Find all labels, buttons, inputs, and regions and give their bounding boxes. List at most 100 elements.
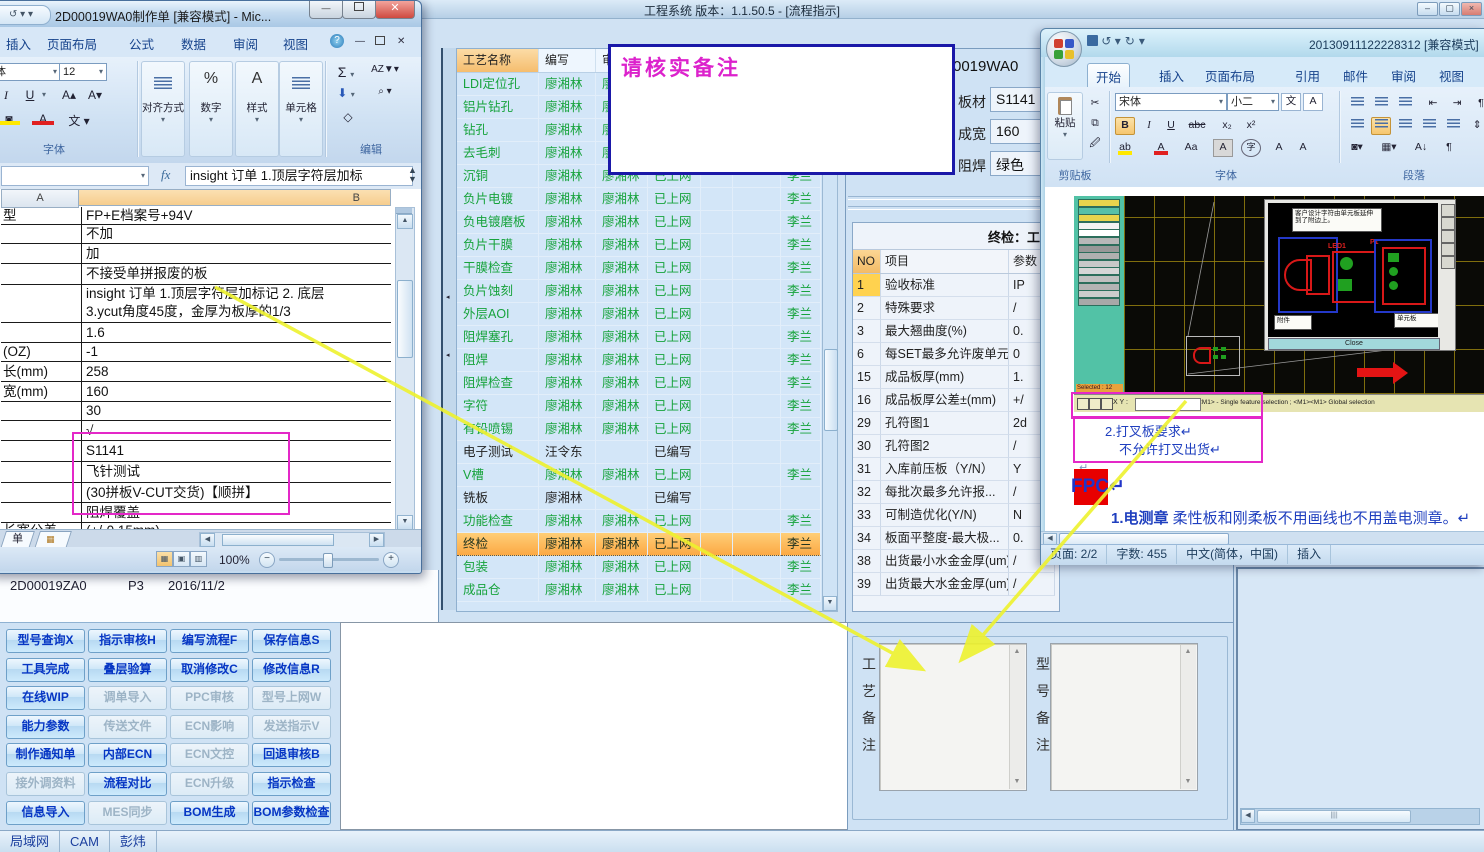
scrollbar-thumb[interactable] [222,534,334,546]
word-tab-开始[interactable]: 开始 [1087,63,1131,89]
normal-view-icon[interactable]: ▦ [156,551,173,567]
word-tab-邮件[interactable]: 邮件 [1335,63,1376,88]
phonetic-button[interactable]: 文 ▾ [63,111,95,130]
font-button-B[interactable]: B [1115,117,1135,135]
help-icon[interactable]: ? [330,34,344,48]
format-painter-icon[interactable]: 🖉 [1085,135,1105,153]
scrollbar-thumb[interactable] [397,280,413,358]
excel-minimize-button[interactable]: — [309,1,343,19]
excel-tab-插入[interactable]: 插入 [6,34,31,53]
sheet-row[interactable]: 宽(mm) 160 [1,382,391,402]
scroll-left-icon[interactable]: ◀ [1241,809,1255,823]
process-row[interactable]: 阻焊检查 廖湘林 廖湘林 已上网 李兰 [457,372,823,395]
final-check-row[interactable]: 30 孔符图2/ [853,435,1059,458]
sheet-row[interactable]: 30 [1,402,391,421]
numbering-icon[interactable] [1371,95,1391,113]
scrollbar-thumb[interactable]: |||| [1257,810,1411,823]
zoom-in-icon[interactable]: + [383,552,399,568]
workbook-restore-icon[interactable] [375,36,385,48]
final-check-row[interactable]: 16 成品板厚公差±(mm) +/ [853,389,1059,412]
process-row[interactable]: 成品仓 廖湘林 廖湘林 已上网 李兰 [457,579,823,602]
character-border-icon[interactable]: A [1303,93,1323,111]
main-maximize-button[interactable]: ▢ [1439,2,1460,16]
action-button-内部ECN[interactable]: 内部ECN [88,743,167,768]
zoom-slider-thumb[interactable] [323,553,333,568]
shrink-font-icon[interactable]: A [1293,139,1313,157]
process-row[interactable]: 阻焊 廖湘林 廖湘林 已上网 李兰 [457,349,823,372]
splitter-arrow-icon[interactable]: ◂ [446,294,454,302]
character-shading-icon[interactable]: A [1213,139,1233,157]
notes-area[interactable] [340,622,849,830]
word-count[interactable]: 字数: 455 [1107,545,1178,564]
action-button-BOM参数检查[interactable]: BOM参数检查 [252,800,331,825]
shrink-font-button[interactable]: A▾ [83,87,107,103]
action-button-指示审核H[interactable]: 指示审核H [88,629,167,653]
ribbon-group-单元格[interactable]: 单元格 ▾ [279,61,323,157]
insert-mode[interactable]: 插入 [1288,545,1332,564]
excel-tab-公式[interactable]: 公式 [129,34,154,53]
process-row[interactable]: 终检 廖湘林 廖湘林 已上网 李兰 [457,533,823,556]
ribbon-group-数字[interactable]: % 数字 ▾ [189,61,233,157]
textarea-scrollbar[interactable]: ▲ ▼ [1180,645,1196,789]
name-box[interactable]: ▾ [1,166,149,186]
process-row[interactable]: 外层AOI 廖湘林 廖湘林 已上网 李兰 [457,303,823,326]
excel-tab-视图[interactable]: 视图 [283,34,308,53]
cad-tool-icon[interactable] [1441,217,1455,230]
word-tab-插入[interactable]: 插入 [1151,63,1192,88]
final-check-row[interactable]: 6 每SET最多允许废单元 0 [853,343,1059,366]
process-remark-textarea[interactable]: ▲ ▼ [879,643,1027,791]
grow-font-button[interactable]: A▴ [57,87,81,103]
process-row[interactable]: 有铅喷锡 廖湘林 廖湘林 已上网 李兰 [457,418,823,441]
final-check-row[interactable]: 2 特殊要求 / [853,297,1059,320]
process-row[interactable]: 负电镀磨板 廖湘林 廖湘林 已上网 李兰 [457,211,823,234]
save-icon[interactable] [1087,35,1098,46]
action-button-工具完成[interactable]: 工具完成 [6,657,85,682]
font-button-I[interactable]: I [1139,117,1159,135]
grow-font-icon[interactable]: A [1269,139,1289,157]
excel-tab-审阅[interactable]: 审阅 [233,34,258,53]
action-button-BOM生成[interactable]: BOM生成 [170,800,249,825]
justify-icon[interactable] [1419,117,1439,135]
ribbon-group-对齐方式[interactable]: 对齐方式 ▾ [141,61,185,157]
formula-input[interactable]: insight 订单 1.顶层字符层加标 [185,166,413,186]
cad-tool-icon[interactable] [1441,243,1455,256]
increase-indent-icon[interactable]: ⇥ [1447,95,1467,113]
cad-layer-item[interactable] [1078,297,1120,306]
textarea-scrollbar[interactable]: ▲ ▼ [1009,645,1025,789]
action-button-流程对比[interactable]: 流程对比 [88,771,167,796]
font-size-combo[interactable]: 小二 ▾ [1227,93,1279,111]
excel-tab-页面布局[interactable]: 页面布局 [47,34,97,53]
sheet-row[interactable]: 1.6 [1,323,391,343]
column-header-a[interactable]: A [1,189,79,208]
workbook-close-icon[interactable]: ✕ [397,36,405,47]
column-header-b[interactable]: B [78,189,391,206]
zoom-out-icon[interactable]: − [259,552,275,568]
action-button-制作通知单[interactable]: 制作通知单 [6,743,85,768]
process-row[interactable]: 电子测试 汪令东 已编写 [457,441,823,464]
sheet-row[interactable]: (OZ) -1 [1,343,391,362]
bullets-icon[interactable] [1347,95,1367,113]
final-check-row[interactable]: 1 验收标准 IP [853,274,1059,297]
borders-icon[interactable]: ▦▾ [1379,139,1399,157]
cad-close-button[interactable]: Close [1268,338,1440,350]
italic-button[interactable]: I [0,87,17,104]
font-button-x₂[interactable]: x₂ [1217,117,1237,135]
font-color-button[interactable]: A [29,111,57,127]
cut-icon[interactable]: ✂ [1085,95,1105,113]
show-marks-icon[interactable]: ¶ [1439,139,1459,157]
main-minimize-button[interactable]: – [1417,2,1438,16]
undo-icon[interactable]: ↺ ▾ [1101,34,1120,48]
horizontal-scrollbar[interactable]: ◀ |||| [1240,808,1480,825]
cad-tool-icon[interactable] [1441,256,1455,269]
action-button-叠层验算[interactable]: 叠层验算 [88,657,167,682]
statusbar-item[interactable]: 彭炜 [110,831,157,852]
align-center-icon[interactable] [1371,117,1391,135]
process-row[interactable]: 负片干膜 廖湘林 廖湘林 已上网 李兰 [457,234,823,257]
process-row[interactable]: 包装 廖湘林 廖湘林 已上网 李兰 [457,556,823,579]
fill-color-button[interactable]: ◙ [0,111,23,127]
quick-access-toolbar[interactable]: ↺ ▾ ↻ ▾ [1087,34,1149,48]
excel-close-button[interactable]: ✕ [375,1,415,19]
workbook-minimize-icon[interactable]: — [355,36,365,47]
scroll-down-icon[interactable]: ▼ [397,515,413,530]
main-close-button[interactable]: × [1461,2,1482,16]
